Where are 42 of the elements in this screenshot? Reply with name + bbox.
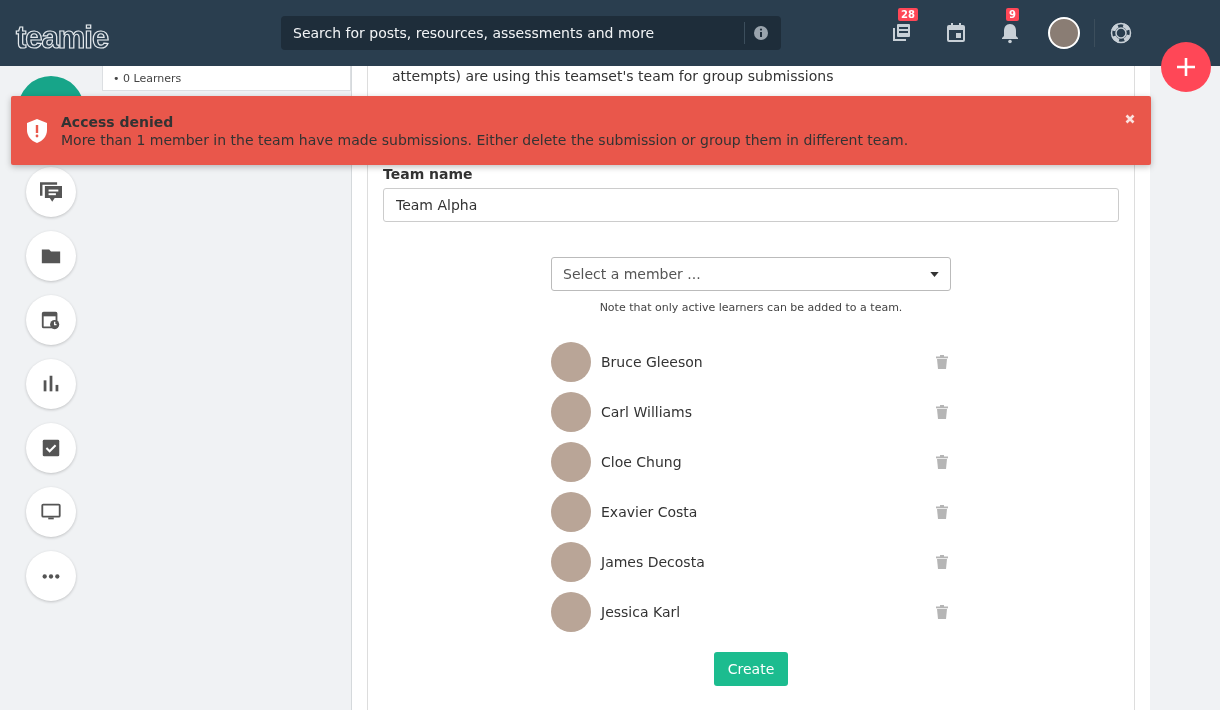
alert-message: More than 1 member in the team have made submissions. Either delete the submission or group them in different team. (61, 131, 910, 148)
note-text: Note that only active learners can be added to a team. (599, 301, 903, 314)
rail-button[interactable] (26, 423, 76, 473)
count-badge: 9 (1006, 8, 1019, 21)
rail-button[interactable] (26, 231, 76, 281)
calendar-clock-icon (40, 309, 62, 331)
user-avatar[interactable] (1048, 17, 1080, 49)
member-avatar (551, 342, 591, 382)
search-field[interactable]: Search for posts, resources, assessments and more (281, 16, 781, 50)
caret-icon (930, 271, 939, 277)
member-avatar (551, 442, 591, 482)
member-avatar (551, 592, 591, 632)
rail-button[interactable] (26, 295, 76, 345)
close-icon[interactable] (1125, 114, 1135, 124)
intro-text: attempts) are using this teamset's team for group submissions (392, 68, 835, 84)
calendar-icon[interactable] (944, 21, 968, 45)
member-name: James Decosta (601, 554, 706, 570)
dots-icon (40, 571, 62, 581)
rail-button[interactable] (26, 359, 76, 409)
member-name: Exavier Costa (601, 504, 699, 520)
alert-title: Access denied (61, 113, 175, 130)
shield-warning-icon (27, 118, 47, 143)
rail-button[interactable] (26, 487, 76, 537)
member-name: Jessica Karl (601, 604, 682, 620)
member-avatar (551, 542, 591, 582)
rail-button[interactable] (26, 167, 76, 217)
learner-count: • 0 Learners (113, 71, 182, 85)
member-avatar (551, 492, 591, 532)
team-name-field[interactable]: Team Alpha (383, 188, 1119, 222)
count-badge: 28 (898, 8, 918, 21)
lifebuoy-icon[interactable] (1109, 21, 1133, 45)
member-name: Cloe Chung (601, 454, 683, 470)
member-select[interactable]: Select a member ... (551, 257, 951, 291)
plus-icon (1174, 55, 1198, 79)
chat-icon (40, 181, 62, 203)
member-name: Bruce Gleeson (601, 354, 704, 370)
checkbox-icon (40, 437, 62, 459)
member-name: Carl Williams (601, 404, 694, 420)
team-name-label: Team name (383, 166, 474, 182)
member-avatar (551, 392, 591, 432)
info-icon[interactable] (753, 25, 769, 41)
teamie-logo[interactable]: teamie (16, 10, 108, 56)
